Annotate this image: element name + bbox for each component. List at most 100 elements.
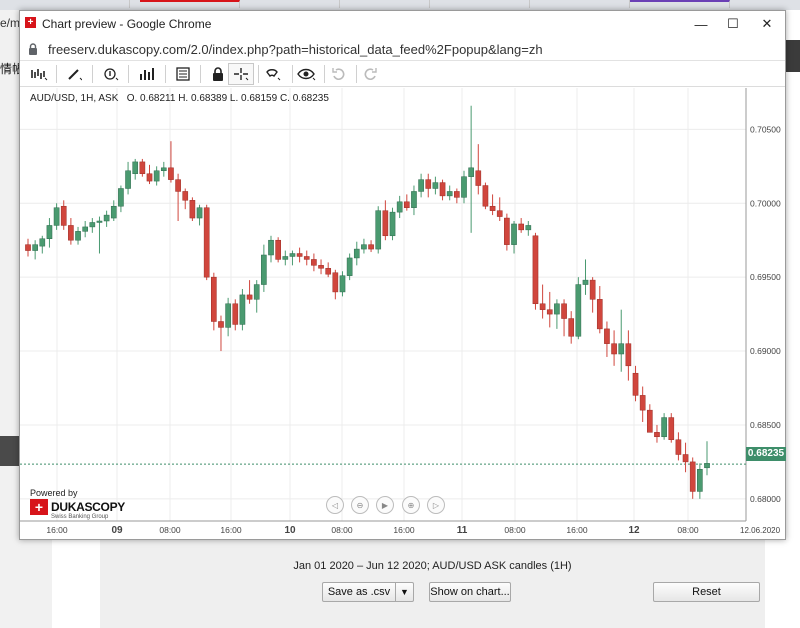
save-as-csv-label: Save as .csv: [327, 586, 391, 598]
undo-icon[interactable]: [326, 63, 352, 85]
reset-button[interactable]: Reset: [653, 582, 760, 602]
candle-body: [296, 253, 303, 257]
candle-body: [332, 272, 339, 293]
background-tab[interactable]: [40, 0, 130, 8]
y-tick-label: 0.68500: [750, 420, 781, 430]
price-chart[interactable]: 0.70500 0.70000 0.69500 0.69000 0.68500 0.680…: [20, 88, 786, 539]
candle-body: [39, 238, 46, 247]
background-tab-active[interactable]: [140, 0, 240, 8]
candle-body: [346, 257, 353, 276]
address-bar[interactable]: freeserv.dukascopy.com/2.0/index.php?pat…: [20, 37, 785, 61]
close-button[interactable]: ✕: [751, 13, 783, 35]
candle-body: [546, 309, 553, 315]
x-tick-label: 16:00: [220, 525, 242, 535]
reset-zoom-icon[interactable]: ▶: [376, 496, 394, 514]
candle-body: [589, 279, 596, 300]
candle-body: [375, 210, 382, 250]
x-tick-label: 16:00: [393, 525, 415, 535]
candle-body: [139, 161, 146, 174]
candle-body: [582, 279, 589, 285]
template-icon[interactable]: [170, 63, 196, 85]
candle-body: [575, 284, 582, 337]
candle-body: [639, 395, 646, 411]
indicator-icon[interactable]: [98, 63, 124, 85]
candle-body: [53, 207, 60, 226]
zoom-in-icon[interactable]: ⊕: [402, 496, 420, 514]
candle-body: [403, 201, 410, 208]
candlestick-chart[interactable]: 0.70500 0.70000 0.69500 0.69000 0.68500 0.680…: [20, 88, 785, 539]
brand-name: DUKASCOPY: [51, 500, 125, 514]
window-titlebar[interactable]: + Chart preview - Google Chrome — ☐ ✕: [20, 11, 785, 37]
candle-body: [268, 239, 274, 256]
candle-body: [632, 372, 639, 396]
candle-body: [110, 205, 117, 219]
dukascopy-branding: Powered by + DUKASCOPY Swiss Banking Gro…: [30, 488, 130, 520]
candle-body: [60, 205, 67, 226]
zoom-out-icon[interactable]: ⊖: [351, 496, 369, 514]
pencil-icon[interactable]: [61, 63, 87, 85]
maximize-button[interactable]: ☐: [717, 13, 749, 35]
x-tick-label: 08:00: [677, 525, 699, 535]
candle-body: [646, 409, 653, 433]
x-tick-label: 10: [284, 525, 296, 536]
chart-toolbar: [20, 61, 785, 87]
candle-body: [446, 191, 453, 197]
x-tick-label: 09: [111, 525, 123, 536]
x-tick-label: 08:00: [504, 525, 526, 535]
candle-body: [504, 217, 510, 245]
background-tab[interactable]: [240, 0, 340, 8]
candle-body: [325, 268, 332, 275]
x-tick-label: 16:00: [566, 525, 588, 535]
background-tab[interactable]: [340, 0, 430, 8]
candle-body: [697, 469, 703, 492]
y-tick-label: 0.70500: [750, 124, 781, 134]
candle-body: [32, 244, 38, 251]
candle-body: [189, 200, 196, 219]
chart-type-icon[interactable]: [26, 63, 52, 85]
candle-body: [168, 167, 174, 180]
magnet-icon[interactable]: [260, 63, 286, 85]
crosshair-icon[interactable]: [228, 63, 254, 85]
ohlc-readout: AUD/USD, 1H, ASK O. 0.68211 H. 0.68389 L…: [30, 93, 329, 104]
y-tick-label: 0.70000: [750, 198, 781, 208]
candle-body: [518, 223, 524, 231]
background-tab[interactable]: [530, 0, 630, 8]
volume-bars-icon[interactable]: [134, 63, 160, 85]
background-tab[interactable]: [430, 0, 530, 8]
candle-body: [96, 220, 103, 223]
candle-body: [361, 244, 367, 250]
redo-icon[interactable]: [357, 63, 383, 85]
dropdown-arrow-icon[interactable]: ▼: [395, 583, 413, 601]
candle-body: [511, 223, 517, 245]
scroll-right-icon[interactable]: ▷: [427, 496, 445, 514]
show-on-chart-button[interactable]: Show on chart...: [429, 582, 511, 602]
x-tick-label: 08:00: [331, 525, 353, 535]
candle-body: [704, 463, 710, 469]
candle-body: [232, 303, 239, 325]
background-tab[interactable]: [630, 0, 730, 8]
candle-body: [103, 214, 110, 222]
candle-body: [675, 439, 682, 455]
x-tick-label: 08:00: [159, 525, 181, 535]
save-as-csv-button[interactable]: Save as .csv ▼: [322, 582, 414, 602]
toolbar-separator: [128, 65, 129, 83]
candle-body: [118, 188, 124, 207]
candle-body: [246, 294, 253, 300]
candle-body: [75, 231, 81, 241]
candle-body: [418, 179, 424, 192]
candle-body: [382, 210, 389, 237]
scroll-left-icon[interactable]: ◁: [326, 496, 344, 514]
candle-body: [89, 222, 96, 228]
candle-body: [203, 207, 210, 278]
toolbar-separator: [292, 65, 293, 83]
candle-body: [289, 253, 296, 257]
show-on-chart-label: Show on chart...: [430, 586, 510, 598]
y-tick-label: 0.69500: [750, 272, 781, 282]
eye-icon[interactable]: [294, 63, 320, 85]
candle-body: [253, 284, 260, 300]
candle-body: [411, 191, 417, 208]
lock-icon: [29, 43, 37, 55]
candle-body: [196, 207, 203, 219]
url-text[interactable]: freeserv.dukascopy.com/2.0/index.php?pat…: [48, 42, 543, 57]
minimize-button[interactable]: —: [685, 13, 717, 35]
